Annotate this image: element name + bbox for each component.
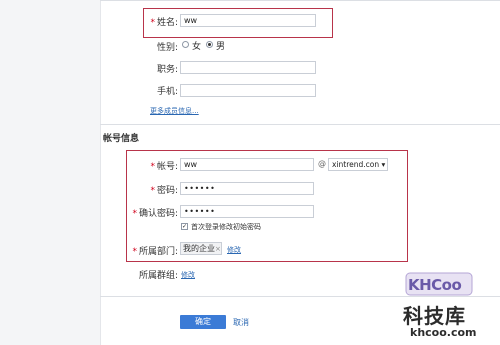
section-divider [100,124,500,125]
confirm-password-label: * 确认密码: [128,206,178,219]
department-tag: 我的企业× [180,242,222,255]
department-label-text: 所属部门: [138,247,178,257]
gender-radio-male[interactable] [206,41,213,48]
group-edit-link[interactable]: 修改 [181,270,195,280]
watermark-brand: KHCoo [408,276,462,294]
required-mark: * [150,162,155,172]
gender-label: 性别: [156,43,178,53]
ok-button[interactable]: 确定 [180,315,226,329]
password-input[interactable]: •••••• [180,182,314,195]
position-input[interactable] [180,61,316,74]
gender-option-female: 女 [192,42,202,52]
watermark-cn: 科技库 [403,304,466,328]
position-label: 职务: [156,65,178,75]
name-label: * 姓名: [146,15,178,28]
phone-label: 手机: [156,87,178,97]
change-password-checkbox[interactable]: ✓ [181,223,188,230]
required-mark: * [150,18,155,28]
account-section-title: 帐号信息 [103,134,140,144]
password-label: * 密码: [128,183,178,196]
department-edit-link[interactable]: 修改 [227,245,241,255]
at-symbol: @ [318,159,326,168]
watermark-logo: KHCoo [405,270,475,298]
required-mark: * [150,186,155,196]
required-mark: * [132,209,137,219]
gender-radio-female[interactable] [182,41,189,48]
watermark-url: khcoo.com [410,326,477,339]
confirm-password-label-text: 确认密码: [138,209,178,219]
confirm-password-input[interactable]: •••••• [180,205,314,218]
department-tag-text: 我的企业 [183,244,215,253]
domain-select[interactable]: xintrend.con ▾ [328,158,388,171]
password-label-text: 密码: [156,186,178,196]
cancel-link[interactable]: 取消 [233,317,249,328]
name-label-text: 姓名: [156,18,178,28]
phone-input[interactable] [180,84,316,97]
top-divider [100,0,500,1]
account-input[interactable]: ww [180,158,314,171]
name-input[interactable]: ww [180,14,316,27]
account-label: * 帐号: [128,159,178,172]
left-sidebar [0,0,101,345]
more-info-link[interactable]: 更多成员信息... [150,106,199,116]
account-label-text: 帐号: [156,162,178,172]
group-label: 所属群组: [138,271,178,281]
gender-option-male: 男 [216,42,226,52]
department-tag-remove-icon[interactable]: × [215,245,221,253]
department-label: * 所属部门: [128,244,178,257]
required-mark: * [132,247,137,257]
change-password-label: 首次登录修改初始密码 [191,223,261,231]
